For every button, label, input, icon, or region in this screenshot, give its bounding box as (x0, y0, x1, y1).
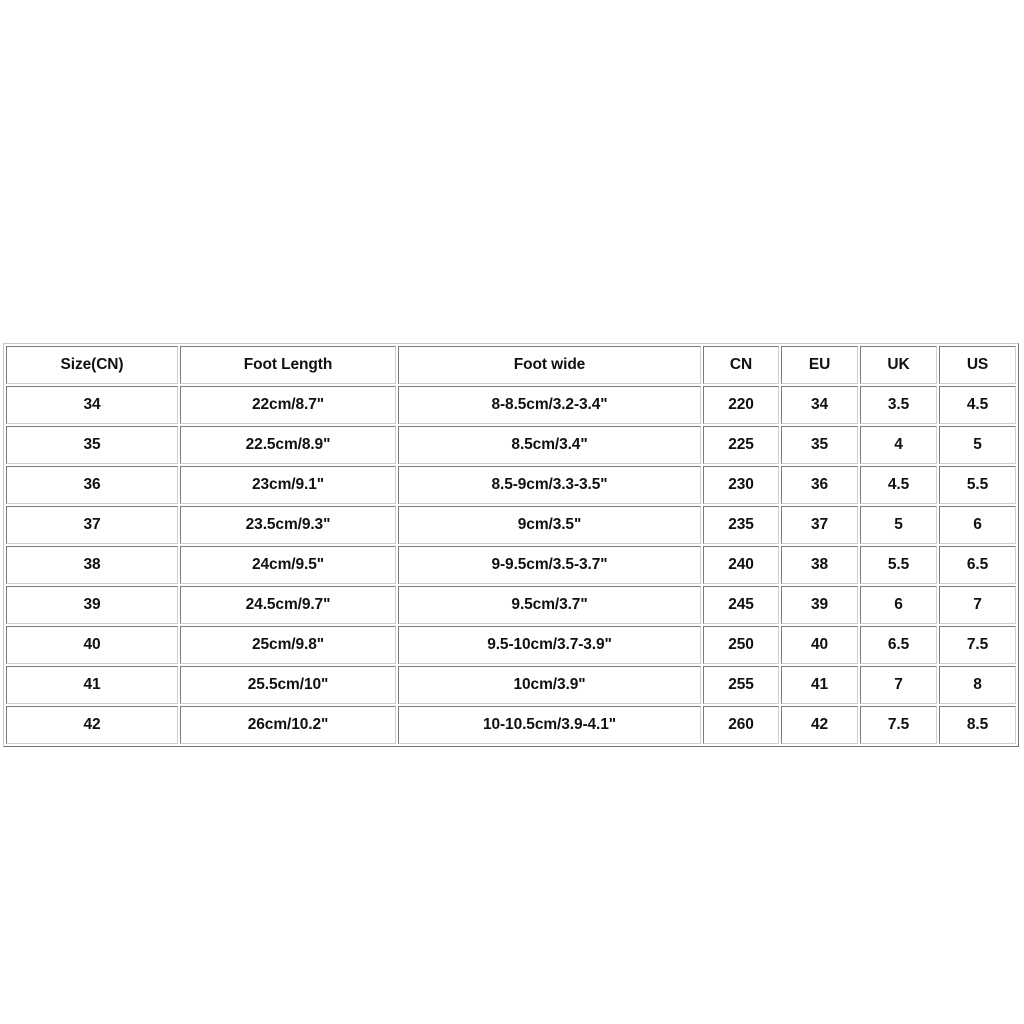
cell-uk: 3.5 (860, 386, 937, 424)
cell-foot_wide: 10cm/3.9" (398, 666, 701, 704)
table-header: Size(CN) Foot Length Foot wide CN EU UK … (6, 346, 1016, 384)
cell-foot_wide: 8.5-9cm/3.3-3.5" (398, 466, 701, 504)
cell-foot_wide: 9cm/3.5" (398, 506, 701, 544)
cell-foot_length: 24.5cm/9.7" (180, 586, 396, 624)
cell-uk: 6.5 (860, 626, 937, 664)
cell-cn: 250 (703, 626, 779, 664)
column-header-eu: EU (781, 346, 858, 384)
table-row: 34 22cm/8.7" 8-8.5cm/3.2-3.4" 220 34 3.5 4.5 (6, 386, 1016, 424)
column-header-size-cn: Size(CN) (6, 346, 178, 384)
column-header-uk: UK (860, 346, 937, 384)
cell-uk: 4 (860, 426, 937, 464)
cell-eu: 35 (781, 426, 858, 464)
cell-size_cn: 40 (6, 626, 178, 664)
cell-eu: 36 (781, 466, 858, 504)
cell-size_cn: 36 (6, 466, 178, 504)
column-header-us: US (939, 346, 1016, 384)
cell-uk: 6 (860, 586, 937, 624)
cell-size_cn: 37 (6, 506, 178, 544)
table-row: 35 22.5cm/8.9" 8.5cm/3.4" 225 35 4 5 (6, 426, 1016, 464)
cell-foot_wide: 8.5cm/3.4" (398, 426, 701, 464)
cell-eu: 37 (781, 506, 858, 544)
cell-cn: 240 (703, 546, 779, 584)
cell-foot_length: 24cm/9.5" (180, 546, 396, 584)
cell-size_cn: 38 (6, 546, 178, 584)
cell-foot_wide: 8-8.5cm/3.2-3.4" (398, 386, 701, 424)
cell-cn: 260 (703, 706, 779, 744)
cell-us: 4.5 (939, 386, 1016, 424)
table-row: 41 25.5cm/10" 10cm/3.9" 255 41 7 8 (6, 666, 1016, 704)
cell-foot_length: 22cm/8.7" (180, 386, 396, 424)
cell-us: 5.5 (939, 466, 1016, 504)
cell-foot_length: 25cm/9.8" (180, 626, 396, 664)
size-conversion-table: Size(CN) Foot Length Foot wide CN EU UK … (3, 343, 1019, 747)
cell-foot_length: 26cm/10.2" (180, 706, 396, 744)
cell-foot_length: 23cm/9.1" (180, 466, 396, 504)
cell-us: 5 (939, 426, 1016, 464)
table-row: 42 26cm/10.2" 10-10.5cm/3.9-4.1" 260 42 7.5 8.… (6, 706, 1016, 744)
cell-eu: 39 (781, 586, 858, 624)
cell-eu: 42 (781, 706, 858, 744)
cell-size_cn: 39 (6, 586, 178, 624)
size-chart-container: Size(CN) Foot Length Foot wide CN EU UK … (3, 343, 1019, 747)
cell-cn: 220 (703, 386, 779, 424)
table-row: 36 23cm/9.1" 8.5-9cm/3.3-3.5" 230 36 4.5 5.5 (6, 466, 1016, 504)
column-header-foot-wide: Foot wide (398, 346, 701, 384)
table-row: 40 25cm/9.8" 9.5-10cm/3.7-3.9" 250 40 6.5 7.5 (6, 626, 1016, 664)
cell-size_cn: 35 (6, 426, 178, 464)
cell-us: 8 (939, 666, 1016, 704)
cell-uk: 7.5 (860, 706, 937, 744)
cell-foot_length: 22.5cm/8.9" (180, 426, 396, 464)
cell-us: 8.5 (939, 706, 1016, 744)
cell-us: 6 (939, 506, 1016, 544)
cell-uk: 4.5 (860, 466, 937, 504)
cell-eu: 34 (781, 386, 858, 424)
column-header-foot-length: Foot Length (180, 346, 396, 384)
cell-size_cn: 42 (6, 706, 178, 744)
table-header-row: Size(CN) Foot Length Foot wide CN EU UK … (6, 346, 1016, 384)
cell-size_cn: 34 (6, 386, 178, 424)
cell-uk: 7 (860, 666, 937, 704)
table-body: 34 22cm/8.7" 8-8.5cm/3.2-3.4" 220 34 3.5 4.5 35… (6, 386, 1016, 744)
cell-us: 6.5 (939, 546, 1016, 584)
cell-eu: 40 (781, 626, 858, 664)
page-canvas: Size(CN) Foot Length Foot wide CN EU UK … (0, 0, 1024, 1024)
cell-uk: 5 (860, 506, 937, 544)
cell-foot_wide: 9-9.5cm/3.5-3.7" (398, 546, 701, 584)
table-row: 37 23.5cm/9.3" 9cm/3.5" 235 37 5 6 (6, 506, 1016, 544)
cell-foot_length: 23.5cm/9.3" (180, 506, 396, 544)
cell-cn: 235 (703, 506, 779, 544)
cell-eu: 38 (781, 546, 858, 584)
cell-us: 7 (939, 586, 1016, 624)
cell-foot_wide: 10-10.5cm/3.9-4.1" (398, 706, 701, 744)
cell-cn: 225 (703, 426, 779, 464)
cell-us: 7.5 (939, 626, 1016, 664)
table-row: 38 24cm/9.5" 9-9.5cm/3.5-3.7" 240 38 5.5 6.5 (6, 546, 1016, 584)
cell-foot_wide: 9.5cm/3.7" (398, 586, 701, 624)
cell-cn: 255 (703, 666, 779, 704)
cell-foot_wide: 9.5-10cm/3.7-3.9" (398, 626, 701, 664)
cell-size_cn: 41 (6, 666, 178, 704)
cell-cn: 245 (703, 586, 779, 624)
cell-eu: 41 (781, 666, 858, 704)
column-header-cn: CN (703, 346, 779, 384)
cell-uk: 5.5 (860, 546, 937, 584)
cell-foot_length: 25.5cm/10" (180, 666, 396, 704)
table-row: 39 24.5cm/9.7" 9.5cm/3.7" 245 39 6 7 (6, 586, 1016, 624)
cell-cn: 230 (703, 466, 779, 504)
